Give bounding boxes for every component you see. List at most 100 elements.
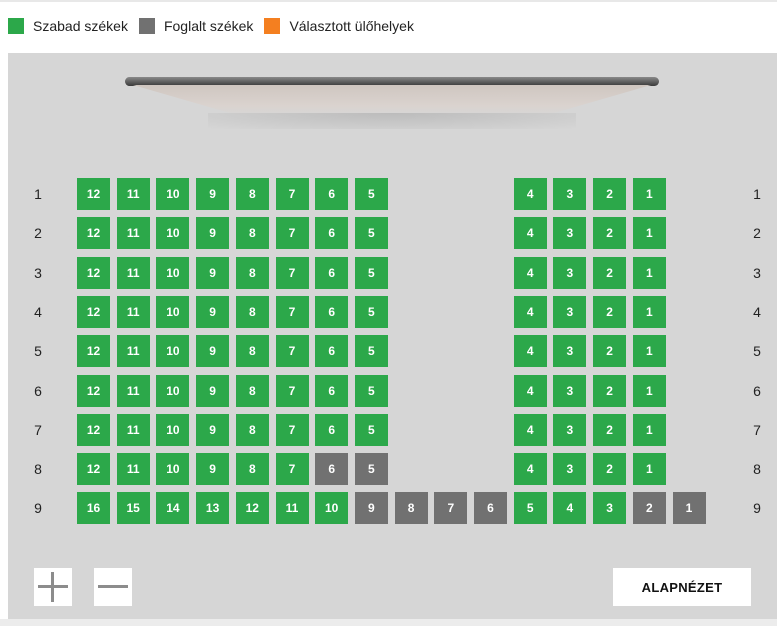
seat-free[interactable]: 12 — [77, 453, 110, 486]
seat-free[interactable]: 8 — [235, 374, 269, 407]
seat-free[interactable]: 11 — [116, 413, 150, 446]
seat-free[interactable]: 11 — [275, 492, 309, 525]
seat-free[interactable]: 7 — [275, 295, 309, 328]
seat-free[interactable]: 3 — [553, 256, 587, 289]
seat-free[interactable]: 4 — [513, 256, 547, 289]
seat-free[interactable]: 9 — [196, 256, 230, 289]
seat-free[interactable]: 10 — [156, 413, 190, 446]
seat-free[interactable]: 3 — [553, 295, 587, 328]
seat-free[interactable]: 9 — [196, 335, 230, 368]
seat-free[interactable]: 9 — [196, 374, 230, 407]
seat-free[interactable]: 12 — [77, 217, 110, 250]
seat-free[interactable]: 8 — [235, 413, 269, 446]
seat-free[interactable]: 12 — [77, 335, 110, 368]
seat-free[interactable]: 3 — [593, 492, 627, 525]
seat-free[interactable]: 1 — [632, 453, 666, 486]
seat-free[interactable]: 5 — [354, 295, 388, 328]
seat-free[interactable]: 2 — [593, 335, 627, 368]
seat-free[interactable]: 4 — [513, 178, 547, 210]
seat-free[interactable]: 3 — [553, 413, 587, 446]
seat-free[interactable]: 1 — [632, 374, 666, 407]
seat-free[interactable]: 12 — [77, 374, 110, 407]
seat-free[interactable]: 11 — [116, 256, 150, 289]
seat-free[interactable]: 4 — [513, 335, 547, 368]
seat-free[interactable]: 2 — [593, 413, 627, 446]
seat-free[interactable]: 1 — [632, 256, 666, 289]
seat-free[interactable]: 4 — [553, 492, 587, 525]
seat-free[interactable]: 13 — [196, 492, 230, 525]
seat-free[interactable]: 10 — [156, 374, 190, 407]
seat-free[interactable]: 1 — [632, 335, 666, 368]
seat-free[interactable]: 2 — [593, 178, 627, 210]
seat-free[interactable]: 1 — [632, 217, 666, 250]
seat-free[interactable]: 2 — [593, 217, 627, 250]
seat-free[interactable]: 7 — [275, 335, 309, 368]
seat-free[interactable]: 4 — [513, 217, 547, 250]
seat-free[interactable]: 11 — [116, 453, 150, 486]
seat-free[interactable]: 9 — [196, 453, 230, 486]
seat-free[interactable]: 2 — [593, 256, 627, 289]
seat-free[interactable]: 8 — [235, 256, 269, 289]
seat-free[interactable]: 14 — [156, 492, 190, 525]
reset-view-button[interactable]: ALAPNÉZET — [613, 568, 751, 606]
seat-free[interactable]: 12 — [77, 178, 110, 210]
seat-free[interactable]: 1 — [632, 295, 666, 328]
seat-free[interactable]: 6 — [315, 413, 349, 446]
seat-free[interactable]: 4 — [513, 374, 547, 407]
seat-free[interactable]: 3 — [553, 453, 587, 486]
zoom-in-button[interactable] — [34, 568, 72, 606]
seat-free[interactable]: 7 — [275, 256, 309, 289]
seat-free[interactable]: 7 — [275, 217, 309, 250]
seat-free[interactable]: 8 — [235, 295, 269, 328]
seat-free[interactable]: 5 — [354, 178, 388, 210]
seat-free[interactable]: 10 — [156, 453, 190, 486]
seat-free[interactable]: 2 — [593, 453, 627, 486]
seat-free[interactable]: 5 — [354, 335, 388, 368]
seat-free[interactable]: 12 — [77, 295, 110, 328]
seat-free[interactable]: 3 — [553, 374, 587, 407]
seat-free[interactable]: 10 — [315, 492, 349, 525]
seat-free[interactable]: 8 — [235, 217, 269, 250]
seat-free[interactable]: 12 — [77, 256, 110, 289]
seat-free[interactable]: 5 — [354, 413, 388, 446]
zoom-out-button[interactable] — [94, 568, 132, 606]
seat-free[interactable]: 6 — [315, 256, 349, 289]
seat-free[interactable]: 10 — [156, 256, 190, 289]
seat-free[interactable]: 6 — [315, 178, 349, 210]
seat-free[interactable]: 8 — [235, 178, 269, 210]
seat-free[interactable]: 5 — [354, 256, 388, 289]
seat-free[interactable]: 8 — [235, 335, 269, 368]
seat-free[interactable]: 16 — [77, 492, 110, 525]
seat-free[interactable]: 11 — [116, 178, 150, 210]
seat-free[interactable]: 7 — [275, 178, 309, 210]
seat-free[interactable]: 5 — [354, 217, 388, 250]
seat-free[interactable]: 7 — [275, 374, 309, 407]
seat-free[interactable]: 3 — [553, 217, 587, 250]
seat-free[interactable]: 5 — [354, 374, 388, 407]
seat-free[interactable]: 9 — [196, 217, 230, 250]
seat-free[interactable]: 7 — [275, 413, 309, 446]
seat-free[interactable]: 6 — [315, 217, 349, 250]
seat-free[interactable]: 6 — [315, 335, 349, 368]
seat-free[interactable]: 11 — [116, 217, 150, 250]
seat-free[interactable]: 3 — [553, 178, 587, 210]
seat-free[interactable]: 6 — [315, 295, 349, 328]
seat-free[interactable]: 4 — [513, 295, 547, 328]
seat-free[interactable]: 1 — [632, 178, 666, 210]
seat-free[interactable]: 12 — [235, 492, 269, 525]
seat-free[interactable]: 15 — [116, 492, 150, 525]
seat-free[interactable]: 9 — [196, 178, 230, 210]
seat-free[interactable]: 9 — [196, 295, 230, 328]
seat-free[interactable]: 10 — [156, 335, 190, 368]
seat-free[interactable]: 12 — [77, 413, 110, 446]
seat-free[interactable]: 6 — [315, 374, 349, 407]
seat-free[interactable]: 11 — [116, 295, 150, 328]
seat-free[interactable]: 11 — [116, 374, 150, 407]
seat-free[interactable]: 7 — [275, 453, 309, 486]
seat-free[interactable]: 4 — [513, 413, 547, 446]
seat-free[interactable]: 1 — [632, 413, 666, 446]
seat-free[interactable]: 4 — [513, 453, 547, 486]
seat-free[interactable]: 5 — [513, 492, 547, 525]
seat-free[interactable]: 2 — [593, 374, 627, 407]
seat-free[interactable]: 9 — [196, 413, 230, 446]
